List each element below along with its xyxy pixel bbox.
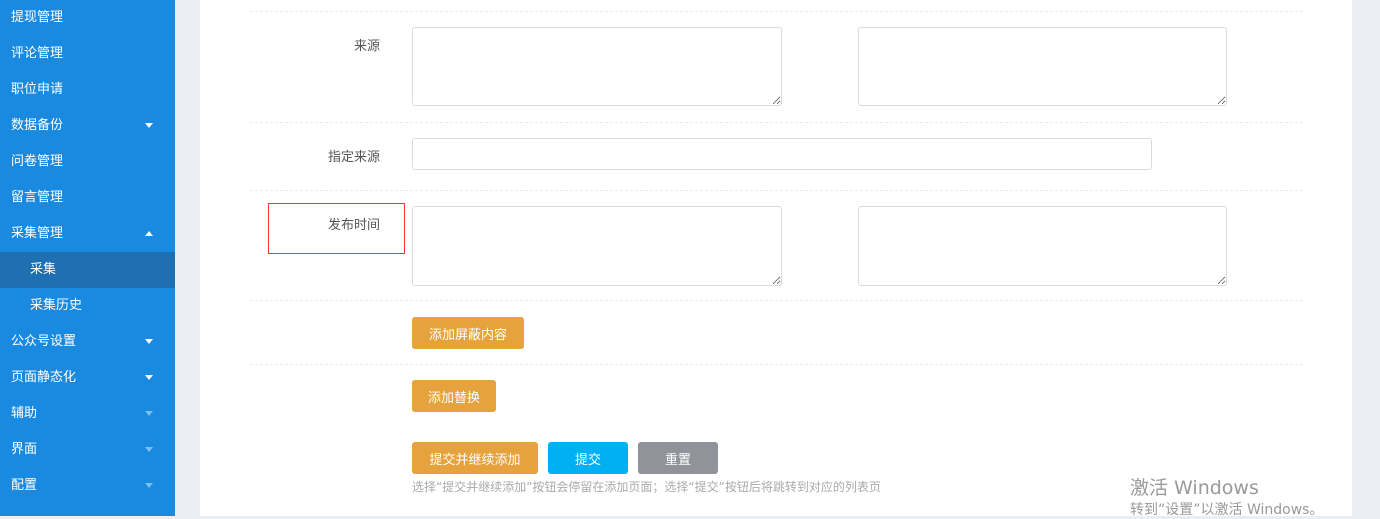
form-panel: 来源 指定来源 发布时间 添加屏蔽内容 添加替换 提交并继续添加 提交 重置 选… — [200, 0, 1352, 516]
sidebar: 提现管理 评论管理 职位申请 数据备份 问卷管理 留言管理 采集管理 采集 采集… — [0, 0, 175, 516]
specified-source-input[interactable] — [412, 138, 1152, 170]
sidebar-item-label: 留言管理 — [11, 190, 64, 205]
sidebar-item-label: 配置 — [11, 478, 38, 493]
sidebar-item-label: 数据备份 — [11, 118, 64, 133]
chevron-down-icon — [145, 339, 153, 344]
sidebar-item-label: 问卷管理 — [11, 154, 64, 169]
divider — [250, 11, 1303, 12]
publish-time-textarea-left[interactable] — [412, 206, 782, 286]
submit-button[interactable]: 提交 — [548, 442, 628, 474]
sidebar-item-label: 界面 — [11, 442, 38, 457]
divider — [250, 300, 1303, 301]
sidebar-item-label: 页面静态化 — [11, 370, 77, 385]
sidebar-item-messages[interactable]: 留言管理 — [0, 180, 175, 216]
sidebar-item-withdraw[interactable]: 提现管理 — [0, 0, 175, 36]
sidebar-item-label: 采集历史 — [30, 298, 83, 313]
activation-watermark-title: 激活 Windows — [1130, 477, 1259, 499]
divider — [250, 364, 1303, 365]
sidebar-item-label: 评论管理 — [11, 46, 64, 61]
chevron-down-icon — [145, 375, 153, 380]
sidebar-item-collect[interactable]: 采集 — [0, 252, 175, 288]
sidebar-item-comments[interactable]: 评论管理 — [0, 36, 175, 72]
divider — [250, 122, 1303, 123]
source-textarea-right[interactable] — [858, 27, 1227, 106]
source-label: 来源 — [353, 39, 380, 54]
sidebar-item-label: 采集管理 — [11, 226, 64, 241]
chevron-up-icon — [145, 231, 153, 236]
highlight-box — [268, 203, 405, 254]
chevron-down-icon — [145, 483, 153, 488]
add-block-content-button[interactable]: 添加屏蔽内容 — [412, 317, 524, 349]
add-replace-button[interactable]: 添加替换 — [412, 380, 496, 412]
sidebar-item-auxiliary[interactable]: 辅助 — [0, 396, 175, 432]
sidebar-item-label: 辅助 — [11, 406, 38, 421]
sidebar-item-collection[interactable]: 采集管理 — [0, 216, 175, 252]
publish-time-textarea-right[interactable] — [858, 206, 1227, 286]
activation-watermark-text: 转到“设置”以激活 Windows。 — [1130, 502, 1324, 518]
sidebar-item-label: 公众号设置 — [11, 334, 77, 349]
chevron-down-icon — [145, 411, 153, 416]
chevron-down-icon — [145, 123, 153, 128]
sidebar-item-label: 提现管理 — [11, 10, 64, 25]
submit-hint: 选择“提交并继续添加”按钮会停留在添加页面；选择“提交”按钮后将跳转到对应的列表… — [412, 480, 881, 494]
sidebar-item-backup[interactable]: 数据备份 — [0, 108, 175, 144]
scrollbar-track[interactable] — [1352, 0, 1380, 516]
specified-source-label: 指定来源 — [327, 150, 380, 165]
divider — [250, 190, 1303, 191]
chevron-down-icon — [145, 447, 153, 452]
submit-continue-button[interactable]: 提交并继续添加 — [412, 442, 538, 474]
sidebar-item-surveys[interactable]: 问卷管理 — [0, 144, 175, 180]
sidebar-item-collect-history[interactable]: 采集历史 — [0, 288, 175, 324]
sidebar-item-label: 职位申请 — [11, 82, 64, 97]
sidebar-item-config[interactable]: 配置 — [0, 468, 175, 504]
sidebar-item-wechat[interactable]: 公众号设置 — [0, 324, 175, 360]
sidebar-item-job-applications[interactable]: 职位申请 — [0, 72, 175, 108]
reset-button[interactable]: 重置 — [638, 442, 718, 474]
source-textarea-left[interactable] — [412, 27, 782, 106]
sidebar-item-static-pages[interactable]: 页面静态化 — [0, 360, 175, 396]
sidebar-item-interface[interactable]: 界面 — [0, 432, 175, 468]
sidebar-item-label: 采集 — [30, 262, 57, 277]
